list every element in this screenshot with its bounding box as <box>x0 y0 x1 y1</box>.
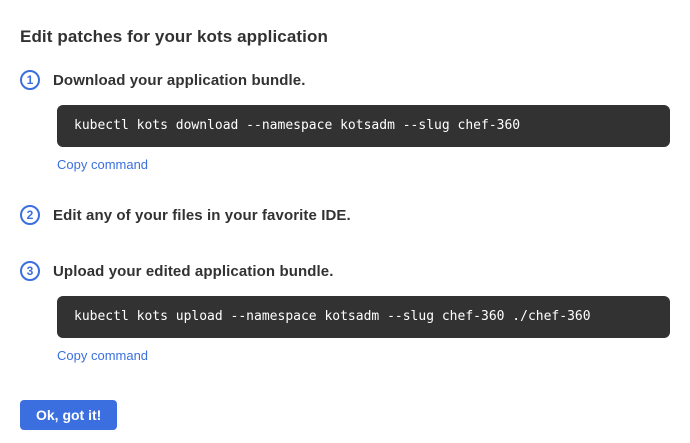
step-download: 1 Download your application bundle. kube… <box>20 70 670 174</box>
step-2-number-badge: 2 <box>20 205 40 225</box>
step-1-number-badge: 1 <box>20 70 40 90</box>
step-3-heading: Upload your edited application bundle. <box>53 263 333 280</box>
upload-command-code: kubectl kots upload --namespace kotsadm … <box>57 296 670 338</box>
step-download-header: 1 Download your application bundle. <box>20 70 670 90</box>
step-2-heading: Edit any of your files in your favorite … <box>53 207 351 224</box>
step-edit-header: 2 Edit any of your files in your favorit… <box>20 205 670 225</box>
copy-download-command-link[interactable]: Copy command <box>57 157 148 172</box>
page-title: Edit patches for your kots application <box>20 27 670 47</box>
step-upload-header: 3 Upload your edited application bundle. <box>20 261 670 281</box>
step-upload: 3 Upload your edited application bundle.… <box>20 261 670 365</box>
download-command-code: kubectl kots download --namespace kotsad… <box>57 105 670 147</box>
step-1-heading: Download your application bundle. <box>53 72 305 89</box>
step-3-number-badge: 3 <box>20 261 40 281</box>
step-download-body: kubectl kots download --namespace kotsad… <box>57 105 670 174</box>
step-edit: 2 Edit any of your files in your favorit… <box>20 205 670 225</box>
ok-got-it-button[interactable]: Ok, got it! <box>20 400 117 430</box>
copy-upload-command-link[interactable]: Copy command <box>57 348 148 363</box>
edit-patches-panel: Edit patches for your kots application 1… <box>0 0 690 430</box>
step-upload-body: kubectl kots upload --namespace kotsadm … <box>57 296 670 365</box>
